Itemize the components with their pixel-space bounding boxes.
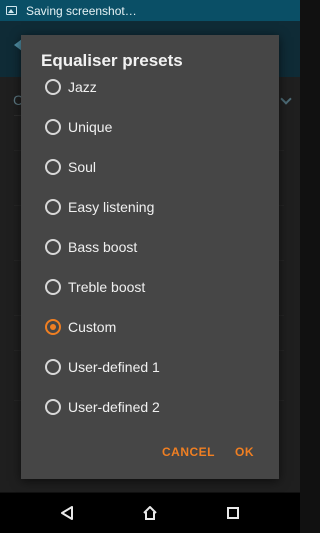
preset-option-custom[interactable]: Custom: [45, 314, 260, 340]
radio-button[interactable]: [45, 79, 61, 95]
preset-label: Soul: [68, 159, 97, 175]
ok-button[interactable]: OK: [235, 445, 254, 459]
square-recents-icon[interactable]: [227, 507, 239, 519]
screenshot-image-icon: [6, 6, 17, 15]
preset-option-user-defined-2[interactable]: User-defined 2: [45, 394, 260, 420]
preset-option-treble-boost[interactable]: Treble boost: [45, 274, 260, 300]
preset-option-soul[interactable]: Soul: [45, 154, 260, 180]
radio-button[interactable]: [45, 359, 61, 375]
equaliser-presets-dialog: Equaliser presets Jazz Unique Soul Easy …: [21, 35, 279, 479]
home-icon[interactable]: [142, 505, 158, 521]
preset-label: Jazz: [68, 79, 97, 95]
radio-button[interactable]: [45, 159, 61, 175]
preset-label: Treble boost: [68, 279, 146, 295]
preset-option-bass-boost[interactable]: Bass boost: [45, 234, 260, 260]
dialog-title: Equaliser presets: [41, 51, 183, 70]
preset-label: User-defined 1: [68, 359, 160, 375]
preset-option-unique[interactable]: Unique: [45, 114, 260, 140]
triangle-back-icon[interactable]: [60, 506, 74, 520]
radio-button[interactable]: [45, 119, 61, 135]
preset-option-jazz[interactable]: Jazz: [45, 74, 260, 100]
preset-label: Custom: [68, 319, 117, 335]
radio-button[interactable]: [45, 239, 61, 255]
navigation-bar: [0, 493, 300, 533]
preset-option-easy-listening[interactable]: Easy listening: [45, 194, 260, 220]
preset-label: Unique: [68, 119, 113, 135]
radio-button-selected[interactable]: [45, 319, 61, 335]
preset-option-user-defined-1[interactable]: User-defined 1: [45, 354, 260, 380]
status-notification-text: Saving screenshot…: [26, 3, 137, 18]
radio-button[interactable]: [45, 279, 61, 295]
status-bar: Saving screenshot…: [0, 0, 300, 21]
preset-label: Bass boost: [68, 239, 138, 255]
preset-label: User-defined 2: [68, 399, 160, 415]
radio-button[interactable]: [45, 399, 61, 415]
preset-label: Easy listening: [68, 199, 155, 215]
cancel-button[interactable]: CANCEL: [162, 445, 215, 459]
radio-button[interactable]: [45, 199, 61, 215]
